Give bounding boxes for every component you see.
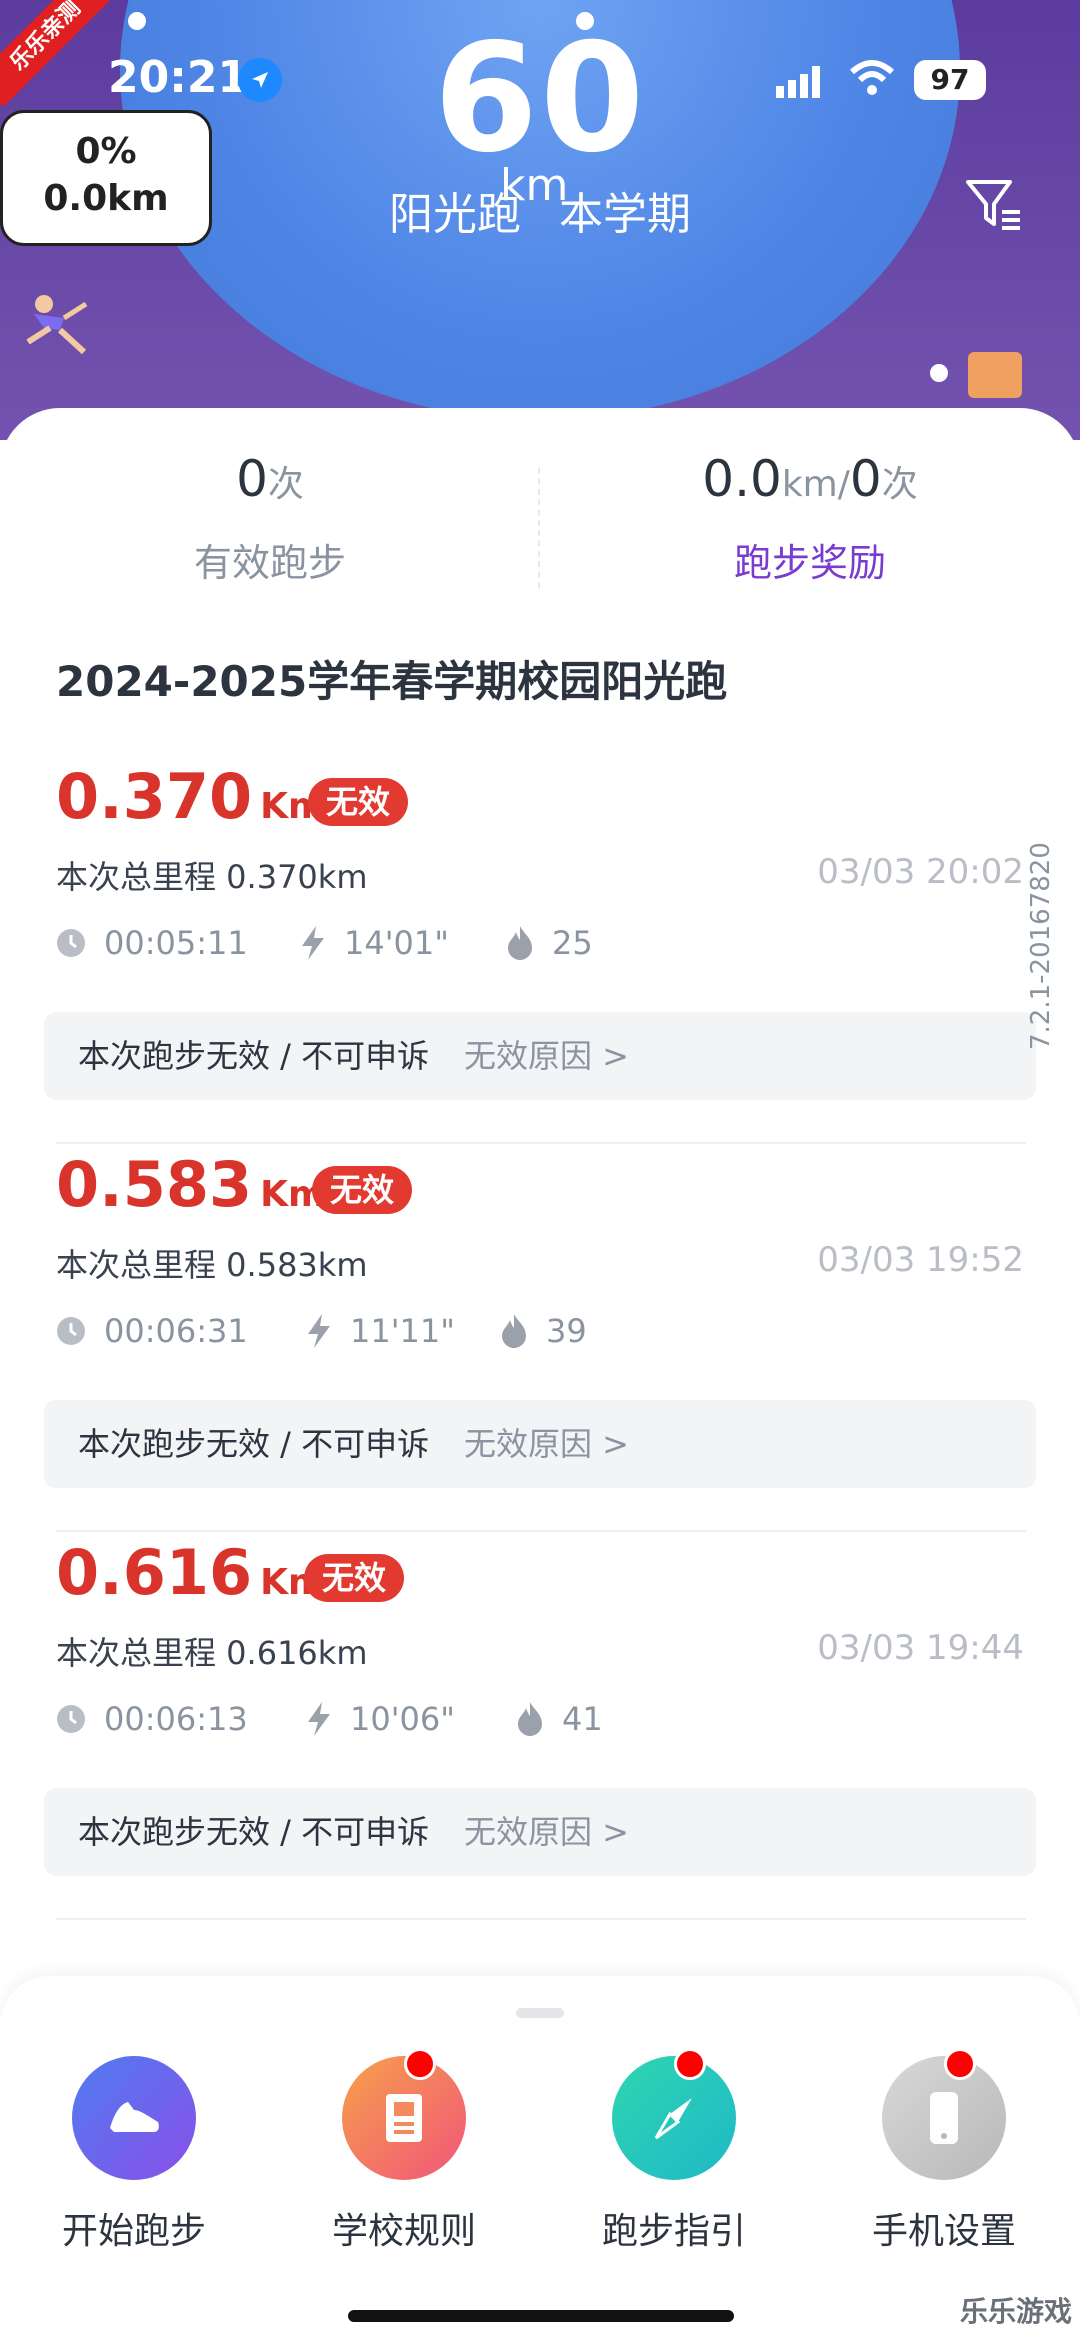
notification-dot	[944, 2048, 976, 2080]
stats-row: 0次 有效跑步 0.0km/0次 跑步奖励	[0, 408, 1080, 608]
flame-icon	[518, 1702, 542, 1736]
invalid-reason-link[interactable]: 无效原因 >	[464, 1788, 629, 1876]
invalid-reason-link[interactable]: 无效原因 >	[464, 1400, 629, 1488]
bottom-action-sheet: 开始跑步 学校规则 跑步指引 手机设置	[0, 1976, 1080, 2341]
record-divider	[56, 1530, 1026, 1532]
clock-icon	[57, 1317, 85, 1345]
gift-icon	[968, 352, 1022, 398]
compass-icon	[612, 2048, 736, 2180]
phone-settings-label: 手机设置	[871, 2211, 1016, 2252]
watermark: 乐乐游戏	[960, 2295, 1073, 2328]
run-record[interactable]: 0.583 Km 无效 本次总里程 0.583km 03/03 19:52 00:…	[0, 1148, 1080, 1536]
reward-count-unit: 次	[881, 464, 918, 505]
main-card: 0次 有效跑步 0.0km/0次 跑步奖励 2024-2025学年春学期校园阳光…	[0, 408, 1080, 2008]
lightning-icon	[308, 1314, 330, 1348]
filter-icon[interactable]	[964, 176, 1024, 240]
battery-level: 97	[914, 60, 986, 100]
pace-metric: 10'06"	[306, 1698, 455, 1738]
record-time: 03/03 19:44	[817, 1628, 1024, 1668]
status-time: 20:21	[108, 52, 249, 103]
invalid-badge: 无效	[304, 1554, 405, 1602]
notice-text: 本次跑步无效 / 不可申诉	[78, 1813, 430, 1851]
rulebook-icon	[342, 2048, 466, 2180]
clock-icon	[57, 929, 85, 957]
decor-dot	[930, 364, 948, 382]
duration-metric: 00:05:11	[56, 922, 248, 962]
shoe-icon	[72, 2056, 196, 2180]
reward-link[interactable]: 跑步奖励	[540, 532, 1080, 587]
invalid-badge: 无效	[308, 778, 409, 826]
run-record[interactable]: 0.370 Km 无效 本次总里程 0.370km 03/03 20:02 00:…	[0, 760, 1080, 1148]
term-title: 2024-2025学年春学期校园阳光跑	[56, 657, 728, 706]
sheet-handle[interactable]	[516, 2008, 564, 2018]
home-indicator[interactable]	[348, 2310, 734, 2322]
calorie-metric: 25	[506, 922, 593, 962]
invalid-badge: 无效	[312, 1166, 413, 1214]
record-distance: 0.370 Km	[56, 760, 326, 833]
tab-this-semester[interactable]: 本学期	[559, 189, 691, 240]
pace-metric: 14'01"	[300, 922, 449, 962]
version-label: 7.2.1-20167820	[1026, 842, 1056, 1050]
school-rules-button[interactable]: 学校规则	[304, 2048, 504, 2254]
duration-metric: 00:06:13	[56, 1698, 248, 1738]
clock-icon	[57, 1705, 85, 1733]
signal-icon	[776, 62, 832, 102]
lightning-icon	[302, 926, 324, 960]
record-distance: 0.583 Km	[56, 1148, 326, 1221]
school-rules-label: 学校规则	[331, 2211, 476, 2252]
run-record[interactable]: 0.616 Km 无效 本次总里程 0.616km 03/03 19:44 00:…	[0, 1536, 1080, 1924]
valid-runs-stat: 0次 有效跑步	[0, 450, 540, 587]
notice-text: 本次跑步无效 / 不可申诉	[78, 1037, 430, 1075]
start-run-label: 开始跑步	[61, 2211, 206, 2252]
reward-km-unit: km/	[781, 464, 850, 505]
valid-runs-unit: 次	[267, 464, 304, 505]
record-time: 03/03 19:52	[817, 1240, 1024, 1280]
record-distance: 0.616 Km	[56, 1536, 326, 1609]
record-divider	[56, 1142, 1026, 1144]
runner-icon	[14, 290, 104, 364]
notice-text: 本次跑步无效 / 不可申诉	[78, 1425, 430, 1463]
start-run-button[interactable]: 开始跑步	[34, 2056, 234, 2254]
progress-percent: 0%	[75, 131, 137, 172]
run-guide-label: 跑步指引	[601, 2211, 746, 2252]
record-time: 03/03 20:02	[817, 852, 1024, 892]
reward-count: 0	[849, 450, 882, 508]
notification-dot	[404, 2048, 436, 2080]
phone-icon	[882, 2048, 1006, 2180]
run-guide-button[interactable]: 跑步指引	[574, 2048, 774, 2254]
pace-metric: 11'11"	[306, 1310, 455, 1350]
calorie-metric: 39	[500, 1310, 587, 1350]
progress-km: 0.0km	[43, 178, 169, 219]
flame-icon	[502, 1314, 526, 1348]
record-total: 本次总里程 0.370km	[56, 858, 368, 896]
duration-metric: 00:06:31	[56, 1310, 248, 1350]
valid-runs-label: 有效跑步	[193, 541, 346, 585]
record-total: 本次总里程 0.616km	[56, 1634, 368, 1672]
notification-dot	[674, 2048, 706, 2080]
calorie-metric: 41	[516, 1698, 603, 1738]
reward-km: 0.0	[702, 450, 782, 508]
progress-bubble: 0% 0.0km	[0, 110, 212, 246]
wifi-icon	[848, 58, 896, 102]
tab-sunshine-run[interactable]: 阳光跑	[389, 189, 521, 240]
record-total: 本次总里程 0.583km	[56, 1246, 368, 1284]
phone-settings-button[interactable]: 手机设置	[844, 2048, 1044, 2254]
invalid-notice[interactable]: 本次跑步无效 / 不可申诉 无效原因 >	[44, 1788, 1036, 1876]
lightning-icon	[308, 1702, 330, 1736]
invalid-notice[interactable]: 本次跑步无效 / 不可申诉 无效原因 >	[44, 1400, 1036, 1488]
reward-stat[interactable]: 0.0km/0次 跑步奖励	[540, 450, 1080, 587]
record-divider	[56, 1918, 1026, 1920]
invalid-notice[interactable]: 本次跑步无效 / 不可申诉 无效原因 >	[44, 1012, 1036, 1100]
valid-runs-value: 0	[236, 450, 268, 508]
location-arrow-icon	[238, 58, 282, 102]
flame-icon	[508, 926, 532, 960]
invalid-reason-link[interactable]: 无效原因 >	[464, 1012, 629, 1100]
